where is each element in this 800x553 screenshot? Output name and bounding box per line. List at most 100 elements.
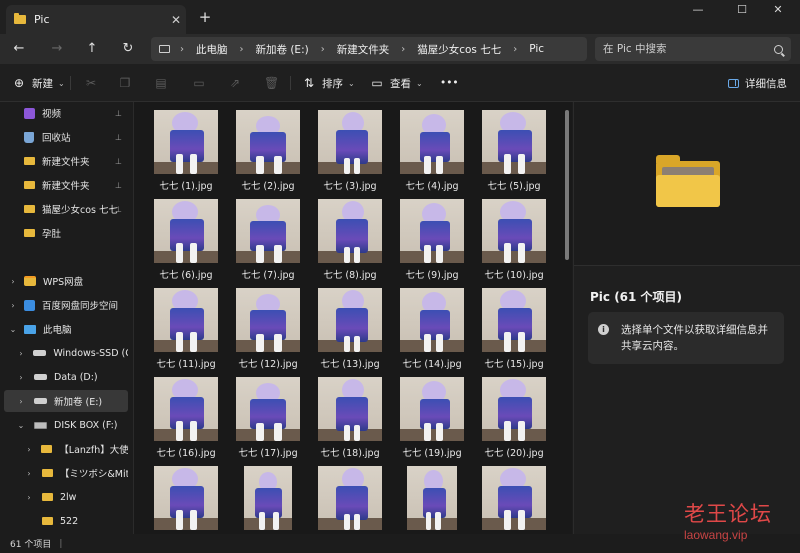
sidebar-item-new-folder[interactable]: 新建文件夹 ⊥ [4,150,128,172]
copy-button[interactable]: ❐ [118,72,138,94]
image-thumbnail[interactable] [482,199,546,263]
cut-button[interactable]: ✂ [84,72,104,94]
breadcrumb-separator[interactable]: › [513,44,517,55]
view-button[interactable]: ▭ 查看 ⌄ [370,72,422,94]
sidebar-item-drive-e[interactable]: › 新加卷 (E:) [4,390,128,412]
chevron-right-icon[interactable]: › [8,301,18,310]
breadcrumb-separator[interactable]: › [180,44,184,55]
file-item[interactable]: 七七 (2).jpg [235,110,301,192]
sidebar-item-drive-f[interactable]: ⌄ DISK BOX (F:) [4,414,128,436]
file-item[interactable]: 七七 (4).jpg [399,110,465,192]
sidebar-item-wps-cloud[interactable]: › WPS网盘 [4,270,128,292]
image-thumbnail[interactable] [318,377,382,441]
breadcrumb-separator[interactable]: › [401,44,405,55]
image-thumbnail[interactable] [482,288,546,352]
sidebar-item-folder-2lw[interactable]: › 2lw [4,486,128,508]
chevron-right-icon[interactable]: › [24,493,34,502]
vertical-scrollbar[interactable] [565,110,569,260]
chevron-down-icon[interactable]: ⌄ [16,421,26,430]
image-thumbnail[interactable] [318,288,382,352]
file-item[interactable]: 七七 (19).jpg [399,377,465,459]
file-item[interactable] [317,466,383,534]
file-item[interactable]: 七七 (15).jpg [481,288,547,370]
breadcrumb-separator[interactable]: › [240,44,244,55]
chevron-right-icon[interactable]: › [24,445,34,454]
new-tab-button[interactable]: + [196,8,214,26]
breadcrumb-pic[interactable]: Pic [529,43,544,55]
sidebar-item-drive-d[interactable]: › Data (D:) [4,366,128,388]
chevron-right-icon[interactable]: › [16,349,26,358]
image-thumbnail[interactable] [154,288,218,352]
paste-button[interactable]: ▤ [154,72,174,94]
tab-pic[interactable]: Pic ✕ [6,5,186,34]
image-thumbnail[interactable] [407,466,457,530]
file-item[interactable]: 七七 (6).jpg [153,199,219,281]
sort-button[interactable]: ⇅ 排序 ⌄ [302,72,355,94]
breadcrumb-drive-e[interactable]: 新加卷 (E:) [256,42,309,57]
file-item[interactable]: 七七 (3).jpg [317,110,383,192]
tab-close-icon[interactable]: ✕ [166,13,186,27]
image-thumbnail[interactable] [236,199,300,263]
image-thumbnail[interactable] [400,377,464,441]
file-item[interactable] [235,466,301,534]
image-thumbnail[interactable] [244,466,292,530]
image-thumbnail[interactable] [400,288,464,352]
image-thumbnail[interactable] [400,110,464,174]
file-item[interactable]: 七七 (8).jpg [317,199,383,281]
image-thumbnail[interactable] [318,466,382,530]
breadcrumb-cos-folder[interactable]: 猫屋少女cos 七七 [417,42,501,57]
file-item[interactable] [399,466,465,534]
file-item[interactable]: 七七 (16).jpg [153,377,219,459]
file-item[interactable]: 七七 (9).jpg [399,199,465,281]
file-item[interactable]: 七七 (5).jpg [481,110,547,192]
image-thumbnail[interactable] [154,466,218,530]
file-item[interactable]: 七七 (20).jpg [481,377,547,459]
image-thumbnail[interactable] [400,199,464,263]
sidebar-item-baidu-netdisk[interactable]: › 百度网盘同步空间 [4,294,128,316]
forward-button[interactable]: → [46,38,68,60]
image-thumbnail[interactable] [318,110,382,174]
sidebar-item-recycle-bin[interactable]: 回收站 ⊥ [4,126,128,148]
more-options-button[interactable]: ••• [440,72,459,94]
image-thumbnail[interactable] [318,199,382,263]
minimize-button[interactable]: — [676,0,720,34]
sidebar-item-drive-c[interactable]: › Windows-SSD (C: [4,342,128,364]
delete-button[interactable]: 🗑 [264,72,284,94]
up-button[interactable]: ↑ [81,38,103,60]
image-thumbnail[interactable] [236,377,300,441]
image-thumbnail[interactable] [482,110,546,174]
chevron-right-icon[interactable]: › [8,277,18,286]
close-button[interactable]: ✕ [756,0,800,34]
file-item[interactable]: 七七 (12).jpg [235,288,301,370]
breadcrumb-separator[interactable]: › [321,44,325,55]
chevron-right-icon[interactable]: › [16,397,26,406]
chevron-right-icon[interactable]: › [16,373,26,382]
chevron-right-icon[interactable]: › [24,469,34,478]
rename-button[interactable]: ▭ [192,72,212,94]
sidebar-item-this-pc[interactable]: ⌄ 此电脑 [4,318,128,340]
image-thumbnail[interactable] [154,110,218,174]
details-pane-button[interactable]: 详细信息 [728,72,787,94]
back-button[interactable]: ← [8,38,30,60]
sidebar-item-folder-522[interactable]: 522 [4,510,128,532]
search-box[interactable] [595,37,791,61]
sidebar-item-cos-folder[interactable]: 猫屋少女cos 七七 ⊥ [4,198,128,220]
share-button[interactable]: ⇗ [228,72,248,94]
image-thumbnail[interactable] [482,466,546,530]
image-thumbnail[interactable] [482,377,546,441]
image-thumbnail[interactable] [236,110,300,174]
image-thumbnail[interactable] [236,288,300,352]
file-item[interactable]: 七七 (18).jpg [317,377,383,459]
file-item[interactable]: 七七 (17).jpg [235,377,301,459]
file-item[interactable] [481,466,547,534]
sidebar-item-folder-lanzfh[interactable]: › 【Lanzfh】大使3 [4,438,128,460]
file-item[interactable]: 七七 (10).jpg [481,199,547,281]
address-bar[interactable]: › 此电脑 › 新加卷 (E:) › 新建文件夹 › 猫屋少女cos 七七 › … [151,37,587,61]
file-item[interactable]: 七七 (13).jpg [317,288,383,370]
search-icon[interactable] [774,44,783,54]
file-item[interactable]: 七七 (11).jpg [153,288,219,370]
sidebar-item-folder-mitsuboshi[interactable]: › 【ミツボシ&Mit [4,462,128,484]
file-item[interactable]: 七七 (14).jpg [399,288,465,370]
chevron-down-icon[interactable]: ⌄ [8,325,18,334]
file-item[interactable] [153,466,219,534]
